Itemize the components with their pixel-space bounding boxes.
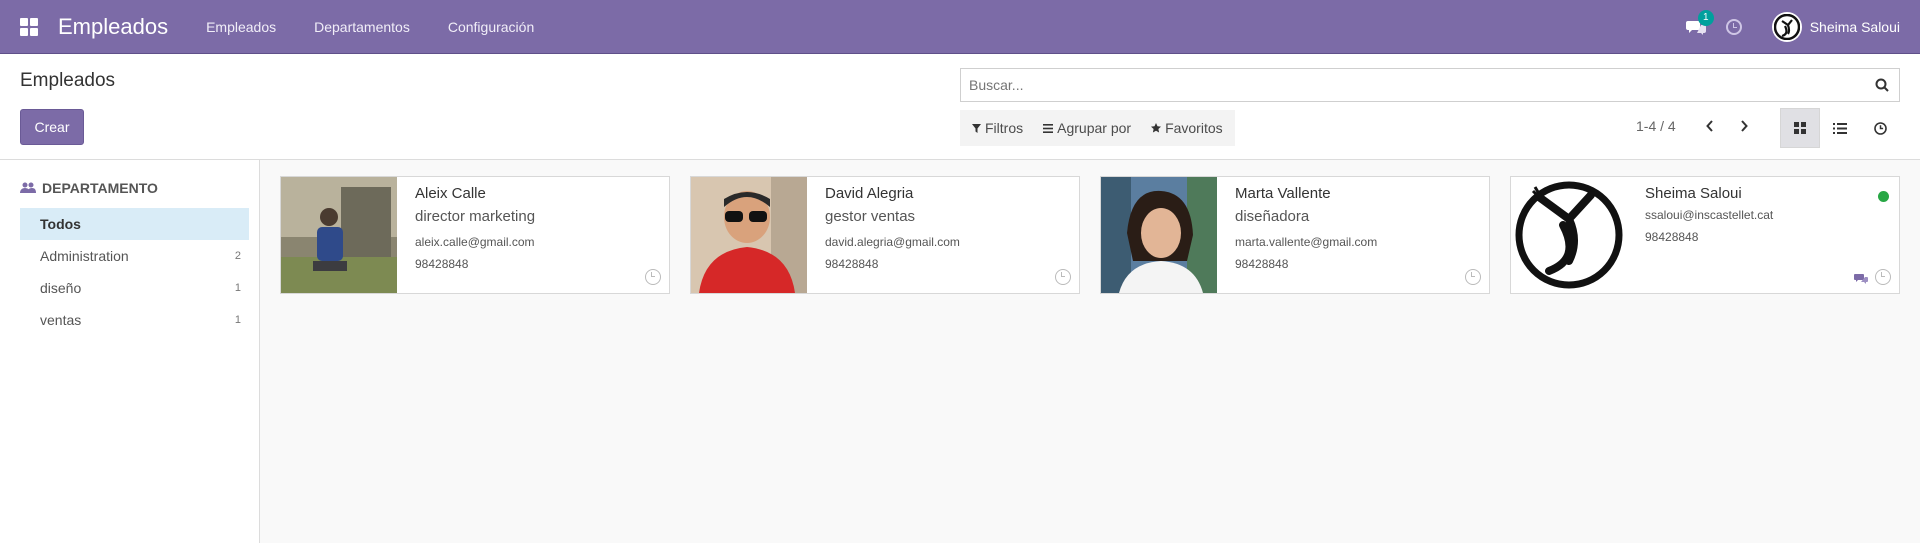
online-status-dot — [1878, 191, 1889, 202]
list-view-button[interactable] — [1820, 108, 1860, 148]
employee-card[interactable]: David Alegria gestor ventas david.alegri… — [690, 176, 1080, 294]
activity-clock-icon[interactable] — [1465, 269, 1481, 285]
pager-previous-button[interactable] — [1700, 116, 1720, 136]
user-avatar[interactable] — [1771, 11, 1802, 42]
sidebar-item-ventas[interactable]: ventas 1 — [20, 304, 249, 336]
employee-phone: 98428848 — [1645, 230, 1699, 244]
employee-photo — [691, 177, 807, 293]
list-icon — [1833, 122, 1847, 134]
employee-name: Marta Vallente — [1235, 185, 1331, 202]
group-by-label: Agrupar por — [1057, 120, 1132, 136]
sidebar-item-label: Todos — [40, 216, 81, 232]
department-sidebar: DEPARTAMENTO Todos Administration 2 dise… — [0, 160, 260, 543]
kanban-icon — [1794, 122, 1806, 134]
department-heading-label: DEPARTAMENTO — [42, 180, 158, 196]
search-bar — [960, 68, 1900, 102]
employee-job: director marketing — [415, 208, 536, 225]
filters-label: Filtros — [985, 120, 1024, 136]
search-icon[interactable] — [1875, 78, 1889, 92]
activity-clock-icon[interactable] — [645, 269, 661, 285]
employee-phone: 98428848 — [825, 257, 879, 271]
sidebar-item-count: 1 — [234, 314, 241, 326]
page-title: Empleados — [20, 70, 116, 91]
sidebar-item-administration[interactable]: Administration 2 — [20, 240, 249, 272]
sidebar-item-diseno[interactable]: diseño 1 — [20, 272, 249, 304]
employee-card[interactable]: Marta Vallente diseñadora marta.vallente… — [1100, 176, 1490, 294]
activity-clock-icon[interactable] — [1725, 18, 1742, 35]
employee-email: aleix.calle@gmail.com — [415, 235, 535, 249]
employee-photo — [1511, 177, 1627, 293]
chevron-right-icon — [1741, 120, 1748, 132]
create-button[interactable]: Crear — [20, 109, 84, 145]
filters-button[interactable]: Filtros — [972, 120, 1023, 136]
employee-card[interactable]: Aleix Calle director marketing aleix.cal… — [280, 176, 670, 294]
top-navbar: Empleados Empleados Departamentos Config… — [0, 0, 1920, 54]
notification-badge: 1 — [1697, 9, 1714, 26]
favorites-label: Favoritos — [1165, 120, 1223, 136]
kanban-view-button[interactable] — [1780, 108, 1820, 148]
main-area: DEPARTAMENTO Todos Administration 2 dise… — [0, 160, 1920, 543]
employee-job: diseñadora — [1235, 208, 1310, 225]
favorites-button[interactable]: Favoritos — [1151, 120, 1223, 136]
menu-configuracion[interactable]: Configuración — [448, 19, 534, 35]
menu-departamentos[interactable]: Departamentos — [314, 19, 410, 35]
user-name[interactable]: Sheima Saloui — [1810, 19, 1900, 35]
group-by-button[interactable]: Agrupar por — [1043, 120, 1131, 136]
app-title[interactable]: Empleados — [58, 14, 168, 40]
pager-value[interactable]: 1-4 / 4 — [1636, 118, 1676, 134]
sidebar-item-todos[interactable]: Todos — [20, 208, 249, 240]
employee-name: Aleix Calle — [415, 185, 486, 202]
activity-view-button[interactable] — [1860, 108, 1900, 148]
employee-card[interactable]: Sheima Saloui ssaloui@inscastellet.cat 9… — [1510, 176, 1900, 294]
search-input[interactable] — [961, 69, 1851, 101]
activity-clock-icon[interactable] — [1055, 269, 1071, 285]
employee-email: marta.vallente@gmail.com — [1235, 235, 1378, 249]
employee-photo — [281, 177, 397, 293]
list-lines-icon — [1043, 123, 1054, 133]
view-switcher — [1780, 108, 1900, 148]
employee-name: David Alegria — [825, 185, 914, 202]
filter-icon — [972, 123, 981, 133]
employee-phone: 98428848 — [1235, 257, 1289, 271]
employee-email: david.alegria@gmail.com — [825, 235, 960, 249]
kanban-view: Aleix Calle director marketing aleix.cal… — [260, 160, 1920, 543]
sidebar-item-count: 2 — [234, 250, 241, 262]
sidebar-item-label: diseño — [40, 280, 82, 296]
employee-email: ssaloui@inscastellet.cat — [1645, 208, 1774, 222]
apps-grid-icon[interactable] — [20, 17, 38, 36]
sidebar-item-count: 1 — [234, 282, 241, 294]
chevron-left-icon — [1706, 120, 1713, 132]
sidebar-item-label: Administration — [40, 248, 129, 264]
menu-empleados[interactable]: Empleados — [206, 19, 276, 35]
clock-icon — [1873, 121, 1887, 135]
chat-icon[interactable] — [1854, 273, 1869, 285]
activity-clock-icon[interactable] — [1875, 269, 1891, 285]
control-panel: Empleados Crear Filtros Agrupar por Favo… — [0, 54, 1920, 160]
employee-photo — [1101, 177, 1217, 293]
sidebar-item-label: ventas — [40, 312, 82, 328]
star-icon — [1151, 123, 1162, 133]
pager-next-button[interactable] — [1734, 116, 1754, 136]
employee-name: Sheima Saloui — [1645, 185, 1742, 202]
department-heading: DEPARTAMENTO — [0, 180, 259, 196]
messages-icon[interactable]: 1 — [1685, 9, 1714, 35]
search-options: Filtros Agrupar por Favoritos — [960, 110, 1235, 146]
users-icon — [20, 182, 36, 193]
employee-phone: 98428848 — [415, 257, 469, 271]
employee-job: gestor ventas — [825, 208, 916, 225]
